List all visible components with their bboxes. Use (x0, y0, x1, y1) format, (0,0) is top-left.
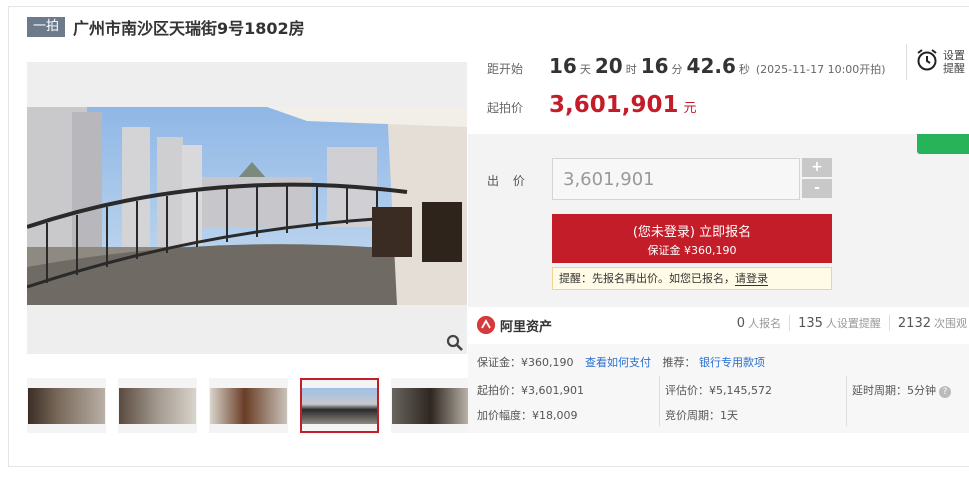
minutes-unit: 分 (671, 63, 683, 76)
signup-main-text: (您未登录) 立即报名 (632, 225, 752, 240)
divider (659, 376, 660, 426)
bid-amount-input[interactable] (552, 158, 800, 200)
start-price-value: 3,601,901 (549, 92, 679, 118)
hours-unit: 时 (625, 63, 637, 76)
countdown-label: 距开始 (487, 62, 524, 76)
page-title: 广州市南沙区天瑞街9号1802房 (73, 19, 305, 38)
platform-name: 阿里资产 (500, 319, 553, 335)
stats: 0 人报名 135 人设置提醒 2132 次围观 (737, 315, 967, 331)
deposit-row: 保证金：¥360,190 查看如何支付 推荐： 银行专用款项 (477, 354, 765, 370)
signed-label: 人报名 (748, 317, 782, 330)
recommend-label: 推荐： (662, 356, 696, 369)
divider (789, 315, 791, 331)
login-hint: 提醒：先报名再出价。如您已报名，请登录 (552, 267, 832, 290)
thumbnail-strip (27, 378, 470, 433)
reminder-label-line2: 提醒 (943, 62, 965, 75)
start-price-row: 起拍价 3,601,901 元 (487, 92, 697, 118)
seconds-unit: 秒 (738, 63, 750, 76)
reminder-label: 设置 提醒 (943, 49, 969, 75)
thumbnail[interactable] (391, 378, 470, 433)
main-image-viewer[interactable] (27, 62, 467, 354)
countdown: 距开始 16 天 20 时 16 分 42.6 秒 (2025-11-17 10… (487, 54, 886, 78)
alarm-clock-icon (915, 48, 939, 76)
increment-info: 加价幅度：¥18,009 (477, 409, 578, 422)
hint-text: 提醒：先报名再出价。如您已报名， (559, 272, 735, 285)
signed-count: 0 (736, 316, 746, 331)
delay-row: 延时周期：5分钟? (852, 382, 951, 398)
countdown-days: 16 (549, 54, 577, 78)
increase-bid-button[interactable]: + (802, 158, 832, 177)
login-link[interactable]: 请登录 (735, 272, 768, 286)
thumbnail[interactable] (209, 378, 288, 433)
delay-info: 延时周期：5分钟 (852, 384, 936, 397)
remind-label: 人设置提醒 (825, 317, 881, 330)
zoom-icon[interactable] (446, 334, 466, 354)
balcony-photo (27, 107, 467, 305)
countdown-seconds: 42.6 (686, 54, 736, 78)
decrease-bid-button[interactable]: - (802, 179, 832, 198)
auction-type-tag: 一拍 (27, 17, 66, 37)
days-unit: 天 (579, 63, 591, 76)
title-row: 一拍 广州市南沙区天瑞街9号1802房 (27, 15, 305, 39)
start-price-unit: 元 (683, 101, 697, 116)
help-icon[interactable]: ? (939, 386, 951, 398)
countdown-hours: 20 (594, 54, 623, 78)
signup-button[interactable]: (您未登录) 立即报名 保证金 ¥360,190 (552, 214, 832, 263)
thumbnail-active[interactable] (300, 378, 379, 433)
green-tab[interactable] (917, 134, 969, 154)
thumbnail[interactable] (27, 378, 106, 433)
remind-count: 135 (798, 316, 823, 331)
platform-row: 阿里资产 0 人报名 135 人设置提醒 2132 次围观 (477, 311, 969, 339)
bank-payment-link[interactable]: 银行专用款项 (699, 356, 765, 369)
views-count: 2132 (897, 316, 931, 331)
thumbnail[interactable] (118, 378, 197, 433)
bid-panel: 出 价 + - (您未登录) 立即报名 保证金 ¥360,190 提醒：先报名再… (468, 134, 969, 307)
auction-info: 保证金：¥360,190 查看如何支付 推荐： 银行专用款项 起拍价：¥3,60… (468, 344, 969, 433)
start-price-info: 起拍价：¥3,601,901 (477, 384, 584, 397)
bid-label: 出 价 (487, 174, 530, 188)
divider (846, 376, 847, 426)
reminder-label-line1: 设置 (943, 49, 965, 62)
countdown-minutes: 16 (640, 54, 669, 78)
signup-deposit-text: 保证金 ¥360,190 (647, 244, 737, 257)
start-price-label: 起拍价 (487, 101, 524, 115)
divider (888, 315, 890, 331)
views-label: 次围观 (934, 317, 967, 330)
start-time: (2025-11-17 10:00开拍) (755, 63, 886, 76)
how-to-pay-link[interactable]: 查看如何支付 (585, 356, 651, 369)
cycle-info: 竞价周期：1天 (665, 409, 738, 422)
deposit-text: 保证金：¥360,190 (477, 356, 574, 369)
ali-assets-logo-icon (477, 316, 495, 334)
appraisal-info: 评估价：¥5,145,572 (665, 384, 772, 397)
set-reminder-button[interactable]: 设置 提醒 (906, 44, 969, 80)
